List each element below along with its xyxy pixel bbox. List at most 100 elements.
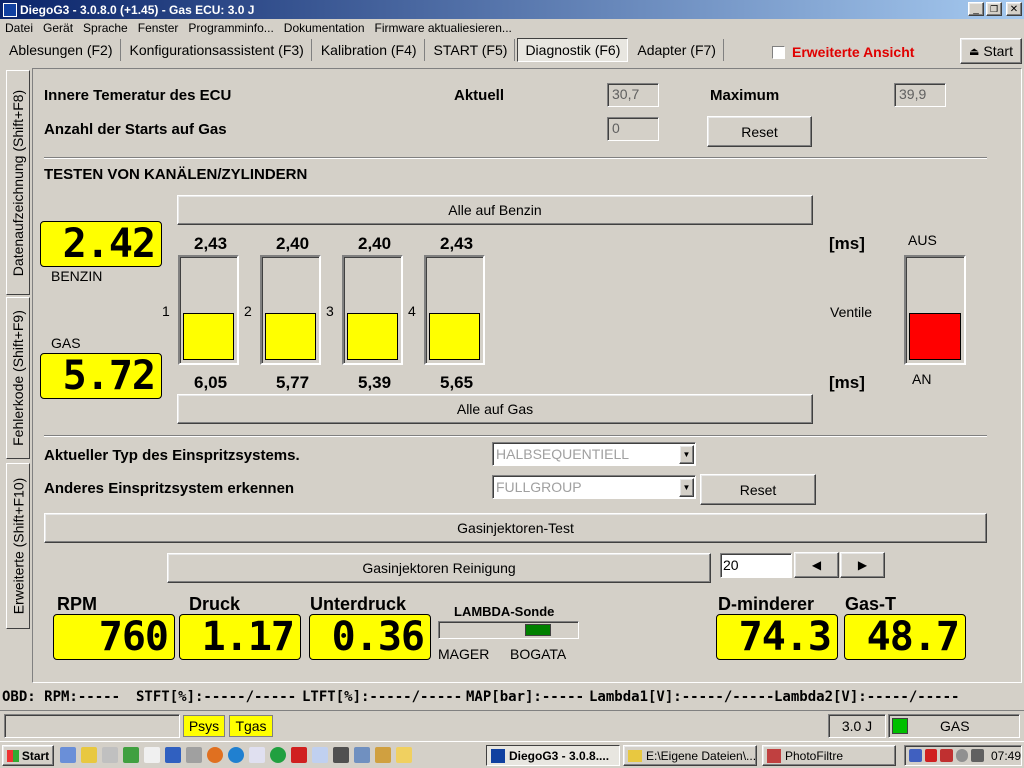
menu-item-2[interactable]: Sprache [78, 21, 133, 35]
psys-indicator: Psys [183, 715, 225, 737]
obd-stft: STFT[%]:-----/----- [136, 689, 297, 705]
network-icon[interactable] [123, 747, 139, 763]
tab-3[interactable]: START (F5) [427, 39, 516, 61]
obd-bar: OBD: RPM:----- STFT[%]:-----/----- LTFT[… [0, 686, 1024, 708]
firefox-icon[interactable] [207, 747, 223, 763]
menu-item-5[interactable]: Dokumentation [279, 21, 370, 35]
mode-led-icon [892, 718, 908, 734]
mode-panel: GAS [888, 714, 1020, 738]
calendar-icon[interactable] [102, 747, 118, 763]
arrow-left-icon: ◀ [811, 558, 822, 572]
obd-map: MAP[bar]:----- [466, 689, 585, 705]
menu-item-6[interactable]: Firmware aktualiesieren... [370, 21, 517, 35]
gasinjektoren-test-button[interactable]: Gasinjektoren-Test [44, 513, 987, 543]
menu-item-4[interactable]: Programminfo... [183, 21, 278, 35]
side-tab-fehlerkode[interactable]: Fehlerkode (Shift+F9) [6, 297, 30, 459]
tab-2[interactable]: Kalibration (F4) [314, 39, 425, 61]
decrement-button[interactable]: ◀ [794, 552, 839, 578]
druck-display: 1.17 [179, 614, 301, 660]
media-icon[interactable] [165, 747, 181, 763]
divider [44, 157, 987, 159]
maximum-label: Maximum [710, 87, 780, 104]
task-explorer[interactable]: E:\Eigene Dateien\... [623, 745, 757, 766]
tab-0[interactable]: Ablesungen (F2) [2, 39, 121, 61]
aktuell-value: 30,7 [607, 83, 659, 107]
tab-4[interactable]: Diagnostik (F6) [517, 38, 629, 62]
archive-icon[interactable] [375, 747, 391, 763]
menu-item-3[interactable]: Fenster [133, 21, 184, 35]
detect-select[interactable]: FULLGROUP ▼ [492, 475, 696, 499]
ecu-temp-label: Innere Temeratur des ECU [44, 87, 232, 104]
maximum-value: 39,9 [894, 83, 946, 107]
notepad-icon[interactable] [312, 747, 328, 763]
obd-rpm: OBD: RPM:----- [2, 689, 121, 705]
film-icon[interactable] [333, 747, 349, 763]
aus-label: AUS [908, 232, 937, 248]
task-photofiltre[interactable]: PhotoFiltre [762, 745, 896, 766]
document-icon[interactable] [144, 747, 160, 763]
minimize-button[interactable]: _ [968, 2, 984, 16]
gasinjektoren-reinigung-button[interactable]: Gasinjektoren Reinigung [167, 553, 711, 583]
app-icon [3, 2, 17, 17]
image-icon[interactable] [354, 747, 370, 763]
detect-reset-button[interactable]: Reset [700, 474, 816, 505]
injection-type-select[interactable]: HALBSEQUENTIELL ▼ [492, 442, 696, 466]
increment-button[interactable]: ▶ [840, 552, 885, 578]
side-tab-erweiterte[interactable]: Erweiterte (Shift+F10) [6, 463, 30, 629]
tray-antivirus-icon[interactable] [924, 749, 938, 762]
gas-display: 5.72 [40, 353, 162, 399]
alle-auf-benzin-button[interactable]: Alle auf Benzin [177, 195, 813, 225]
menu-item-0[interactable]: Datei [0, 21, 38, 35]
task-diegog3[interactable]: DiegoG3 - 3.0.8.... [486, 745, 620, 766]
starts-label: Anzahl der Starts auf Gas [44, 121, 227, 138]
gas-label: GAS [51, 335, 81, 351]
page-icon[interactable] [249, 747, 265, 763]
side-tab-datenaufzeichnung[interactable]: Datenaufzeichnung (Shift+F8) [6, 70, 30, 295]
windows-start-button[interactable]: Start [2, 745, 54, 766]
alle-auf-gas-button[interactable]: Alle auf Gas [177, 394, 813, 424]
main-tab-bar: Ablesungen (F2) Konfigurationsassistent (… [0, 37, 1024, 65]
channels-title: TESTEN VON KANÄLEN/ZYLINDERN [44, 166, 308, 183]
close-button[interactable]: ✕ [1006, 2, 1022, 16]
cyl-3-fill [347, 313, 398, 360]
unterdruck-label: Unterdruck [310, 594, 407, 614]
windows-logo-icon [6, 749, 19, 762]
obd-ltft: LTFT[%]:-----/----- [302, 689, 463, 705]
tray-clock-icon[interactable] [955, 749, 969, 762]
desktop-icon[interactable] [60, 747, 76, 763]
tab-5[interactable]: Adapter (F7) [630, 39, 724, 61]
rpm-display: 760 [53, 614, 175, 660]
red-app-icon[interactable] [291, 747, 307, 763]
menu-bar: Datei Gerät Sprache Fenster Programminfo... D… [0, 19, 1024, 37]
lambda-indicator [525, 624, 551, 636]
extended-view-checkbox[interactable] [772, 45, 785, 59]
green-app-icon[interactable] [270, 747, 286, 763]
folder-icon[interactable] [81, 747, 97, 763]
cyl-1-fill [183, 313, 234, 360]
ecu-reset-button[interactable]: Reset [707, 116, 812, 147]
an-label: AN [912, 371, 932, 387]
star-icon[interactable] [396, 747, 412, 763]
druck-label: Druck [189, 594, 241, 614]
tray-volume-icon[interactable] [971, 749, 984, 762]
tool-icon[interactable] [186, 747, 202, 763]
globe-icon[interactable] [228, 747, 244, 763]
reinigung-value-input[interactable]: 20 [720, 553, 792, 578]
lambda-bar [438, 621, 579, 639]
tray-network-icon[interactable] [909, 749, 922, 762]
tab-1[interactable]: Konfigurationsassistent (F3) [123, 39, 312, 61]
chevron-down-icon[interactable]: ▼ [679, 444, 694, 464]
chevron-down-icon[interactable]: ▼ [679, 477, 694, 497]
unterdruck-display: 0.36 [309, 614, 431, 660]
cyl-1-benzin-value: 2,43 [194, 234, 228, 253]
cyl-3-gas-value: 5,39 [358, 373, 392, 392]
menu-item-1[interactable]: Gerät [38, 21, 78, 35]
eject-icon: ⏏ [969, 45, 980, 58]
benzin-label: BENZIN [51, 268, 103, 284]
obd-lambda1: Lambda1[V]:-----/----- [589, 689, 775, 705]
tray-av-icon[interactable] [940, 749, 953, 762]
title-bar: DiegoG3 - 3.0.8.0 (+1.45) - Gas ECU: 3.0… [0, 0, 1024, 19]
start-button[interactable]: ⏏ Start [960, 38, 1022, 64]
cyl-4-gas-value: 5,65 [440, 373, 474, 392]
restore-button[interactable]: ❐ [986, 2, 1002, 16]
